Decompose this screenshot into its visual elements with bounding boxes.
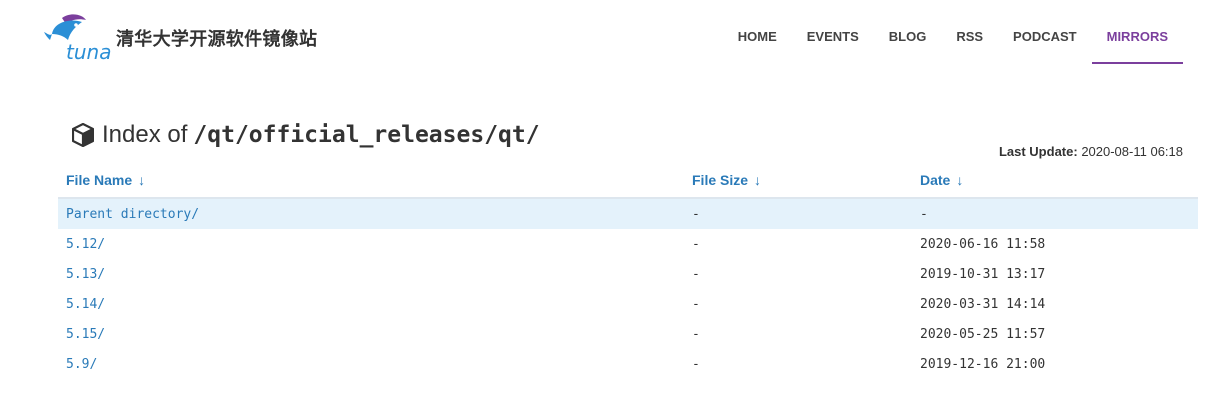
nav-mirrors[interactable]: MIRRORS (1091, 0, 1183, 64)
svg-text:tuna: tuna (66, 40, 111, 64)
nav-home[interactable]: HOME (723, 0, 792, 64)
file-size: - (692, 266, 700, 282)
table-row: 5.9/ - 2019-12-16 21:00 (58, 349, 1198, 379)
sort-arrow-icon: ↓ (956, 172, 964, 188)
file-date: 2020-06-16 11:58 (920, 236, 1046, 252)
file-size: - (692, 356, 700, 372)
file-date: 2020-05-25 11:57 (920, 326, 1046, 342)
file-size: - (684, 198, 912, 229)
table-row: 5.14/ - 2020-03-31 14:14 (58, 289, 1198, 319)
tuna-logo[interactable]: tuna (40, 12, 112, 64)
site-title[interactable]: 清华大学开源软件镜像站 (116, 25, 317, 51)
table-row-parent: Parent directory/ - - (58, 198, 1198, 229)
file-size: - (692, 326, 700, 342)
cube-icon (72, 123, 94, 147)
table-row: 5.13/ - 2019-10-31 13:17 (58, 259, 1198, 289)
column-label: Date (920, 172, 951, 188)
sort-file-size[interactable]: File Size ↓ (684, 163, 912, 199)
nav-blog[interactable]: BLOG (874, 0, 942, 64)
file-listing-table: File Name ↓ File Size ↓ Date ↓ Parent direc… (58, 163, 1198, 379)
file-date: - (912, 198, 1198, 229)
last-update-label: Last Update: (998, 144, 1078, 159)
sort-file-name[interactable]: File Name ↓ (58, 163, 684, 199)
index-label: Index of (102, 121, 188, 148)
directory-link[interactable]: 5.14/ (66, 297, 105, 312)
directory-link[interactable]: 5.13/ (66, 267, 105, 282)
parent-directory-link[interactable]: Parent directory/ (66, 207, 199, 222)
sort-arrow-icon: ↓ (754, 172, 762, 188)
table-row: 5.12/ - 2020-06-16 11:58 (58, 229, 1198, 259)
table-header-row: File Name ↓ File Size ↓ Date ↓ (58, 163, 1198, 199)
column-label: File Name (66, 172, 133, 188)
last-update: Last Update: 2020-08-11 06:18 (999, 144, 1183, 159)
last-update-value: 2020-08-11 06:18 (1081, 144, 1183, 159)
column-label: File Size (692, 172, 749, 188)
file-date: 2019-12-16 21:00 (920, 356, 1046, 372)
file-date: 2019-10-31 13:17 (920, 266, 1046, 282)
directory-path: /qt/official_releases/qt/ (193, 122, 540, 148)
page-title: Index of /qt/official_releases/qt/ (72, 121, 540, 149)
directory-link[interactable]: 5.15/ (66, 327, 105, 342)
directory-link[interactable]: 5.9/ (66, 357, 97, 372)
top-nav: HOME EVENTS BLOG RSS PODCAST MIRRORS (723, 0, 1183, 64)
nav-events[interactable]: EVENTS (792, 0, 874, 64)
sort-date[interactable]: Date ↓ (912, 163, 1198, 199)
sort-arrow-icon: ↓ (138, 172, 146, 188)
directory-link[interactable]: 5.12/ (66, 237, 105, 252)
file-date: 2020-03-31 14:14 (920, 296, 1046, 312)
tuna-fish-icon: tuna (44, 14, 111, 64)
nav-rss[interactable]: RSS (941, 0, 998, 64)
file-size: - (692, 296, 700, 312)
table-row: 5.15/ - 2020-05-25 11:57 (58, 319, 1198, 349)
nav-podcast[interactable]: PODCAST (998, 0, 1092, 64)
file-size: - (692, 236, 700, 252)
